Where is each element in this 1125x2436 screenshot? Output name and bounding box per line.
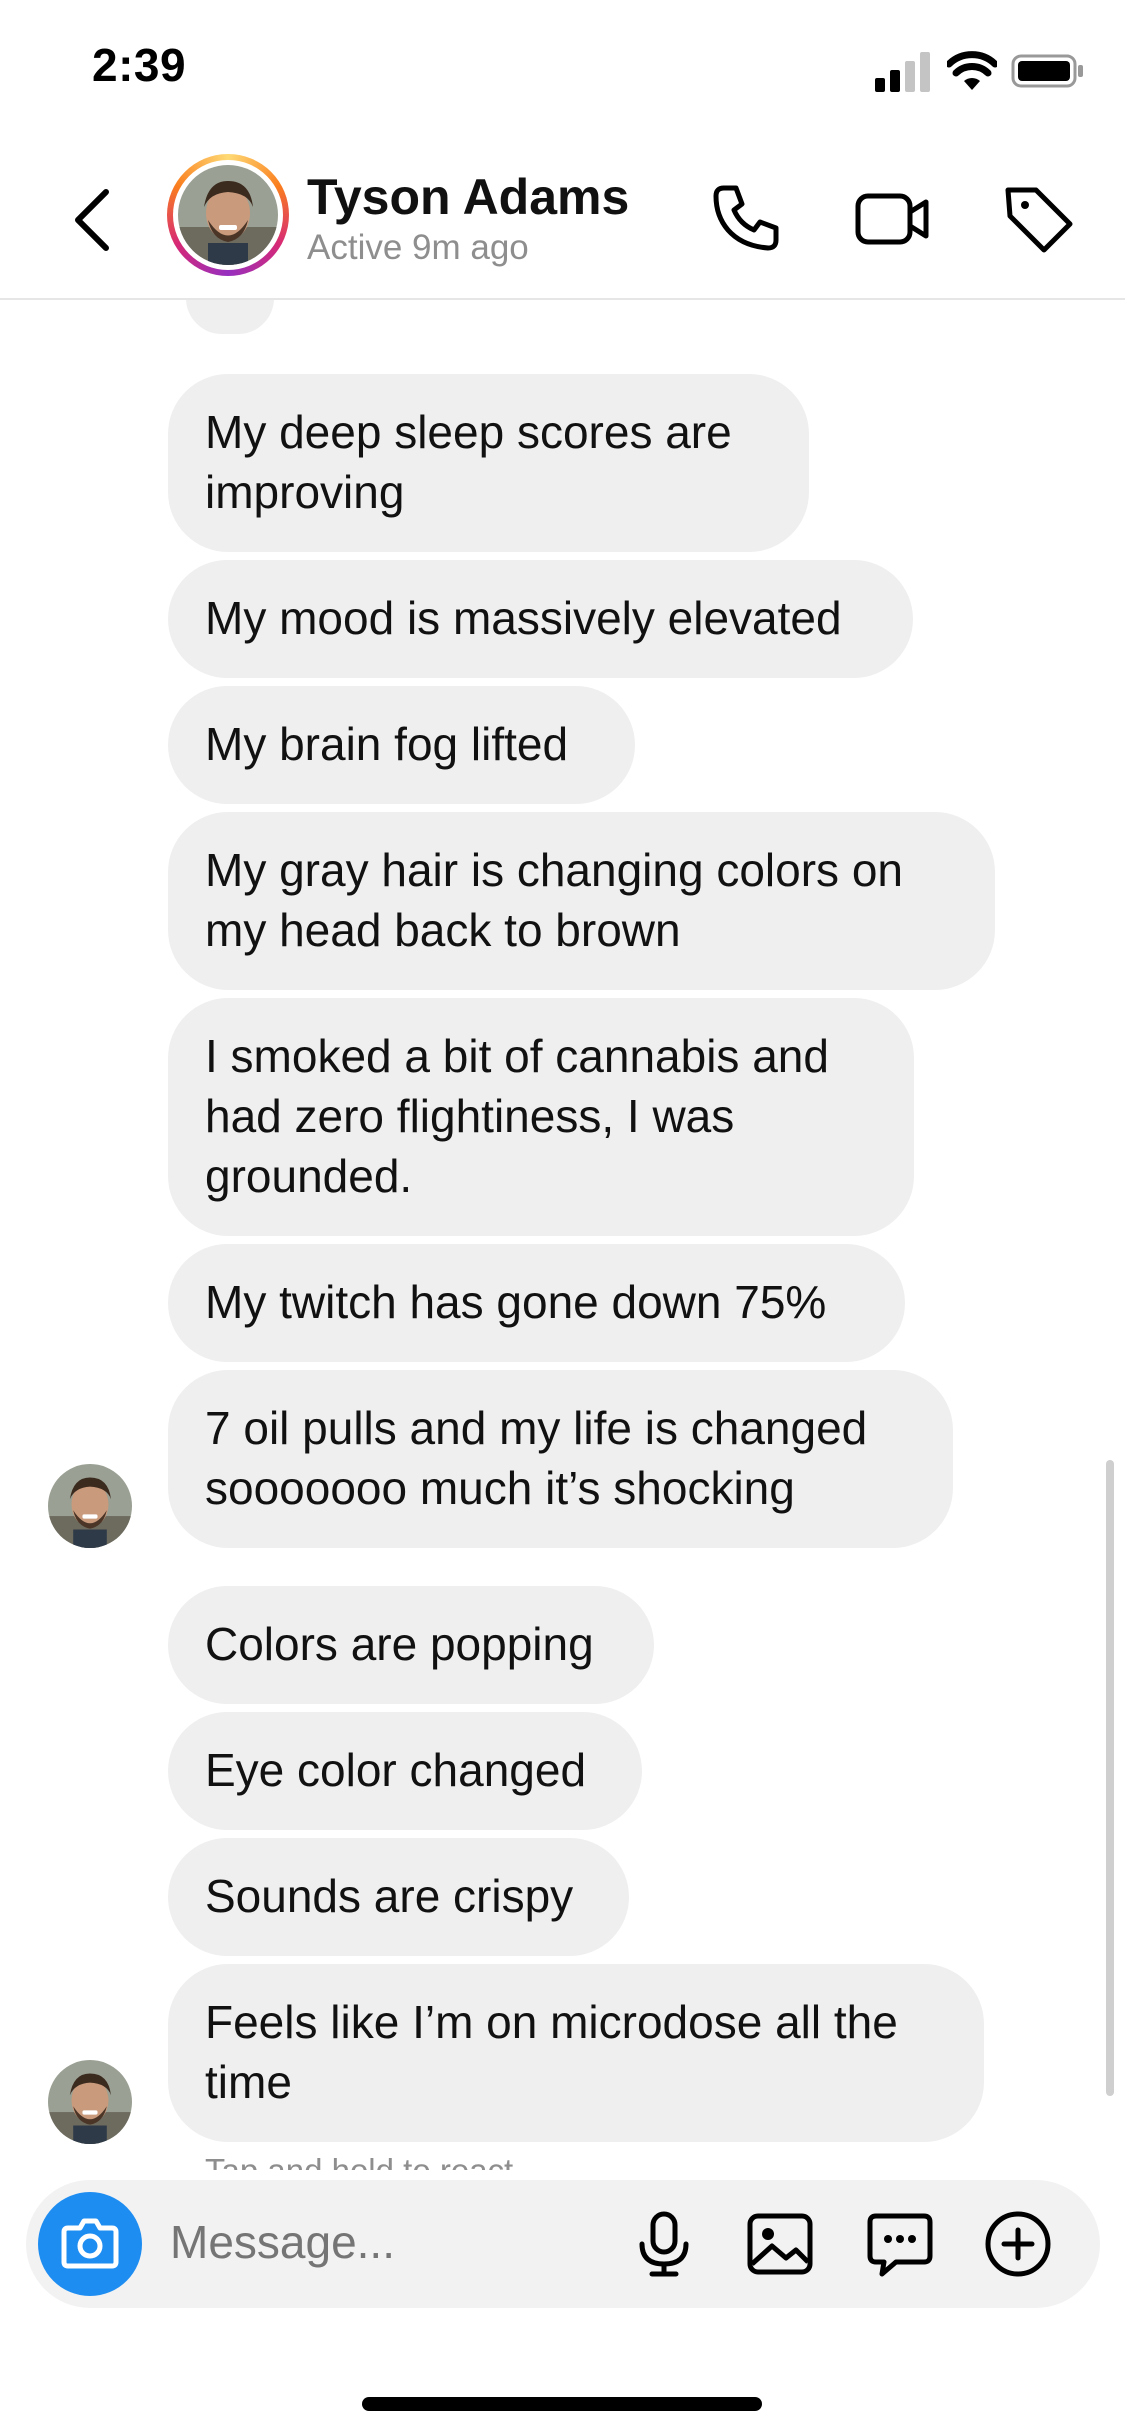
message-thread[interactable]: My deep sleep scores are improving My mo… xyxy=(0,300,1125,2170)
sender-avatar[interactable] xyxy=(48,1464,132,1548)
contact-avatar[interactable] xyxy=(167,154,289,276)
camera-icon xyxy=(61,2218,119,2269)
status-bar: 2:39 xyxy=(0,0,1125,140)
chat-header: Tyson Adams Active 9m ago xyxy=(0,140,1125,300)
message-bubble[interactable]: My mood is massively elevated xyxy=(168,560,913,678)
message-bubble[interactable]: 7 oil pulls and my life is changed soooo… xyxy=(168,1370,953,1548)
tag-button[interactable] xyxy=(998,178,1078,258)
sender-avatar[interactable] xyxy=(48,2060,132,2144)
message-bubble[interactable]: Eye color changed xyxy=(168,1712,642,1830)
status-time: 2:39 xyxy=(92,39,187,91)
message-bubble[interactable]: I smoked a bit of cannabis and had zero … xyxy=(168,998,914,1236)
contact-active-status: Active 9m ago xyxy=(307,228,529,267)
contact-name[interactable]: Tyson Adams xyxy=(307,168,629,226)
image-icon xyxy=(747,2213,813,2275)
message-bubble[interactable]: Colors are popping xyxy=(168,1586,654,1704)
message-bubble[interactable]: My brain fog lifted xyxy=(168,686,635,804)
scrollbar[interactable] xyxy=(1106,1460,1114,2096)
battery-icon xyxy=(1011,48,1085,99)
react-hint: Tap and hold to react xyxy=(205,2152,513,2170)
cellular-signal-icon xyxy=(875,48,931,99)
gallery-button[interactable] xyxy=(740,2204,820,2284)
phone-icon xyxy=(713,185,779,251)
audio-call-button[interactable] xyxy=(706,178,786,258)
microphone-icon xyxy=(639,2211,689,2277)
message-bubble[interactable]: My deep sleep scores are improving xyxy=(168,374,809,552)
message-bubble[interactable]: Feels like I’m on microdose all the time xyxy=(168,1964,984,2142)
avatar-photo xyxy=(178,165,278,265)
video-camera-icon xyxy=(855,193,929,245)
dm-screen: 2:39 Tyson Adams Active 9m ago My deep s… xyxy=(0,0,1125,2436)
back-chevron-icon xyxy=(75,189,109,251)
voice-message-button[interactable] xyxy=(624,2204,704,2284)
message-bubble[interactable]: My twitch has gone down 75% xyxy=(168,1244,905,1362)
wifi-icon xyxy=(945,48,999,99)
sticker-button[interactable] xyxy=(860,2204,940,2284)
message-composer xyxy=(26,2180,1100,2308)
plus-circle-icon xyxy=(985,2211,1051,2277)
tag-icon xyxy=(1005,187,1073,253)
message-input[interactable] xyxy=(168,2214,602,2270)
video-call-button[interactable] xyxy=(852,178,932,258)
heart-icon xyxy=(186,300,274,326)
status-icons xyxy=(875,48,1085,94)
reaction-chip[interactable] xyxy=(182,300,278,338)
home-indicator[interactable] xyxy=(362,2397,762,2411)
message-bubble[interactable]: Sounds are crispy xyxy=(168,1838,629,1956)
chat-bubble-icon xyxy=(867,2213,933,2277)
back-button[interactable] xyxy=(62,180,126,260)
message-bubble[interactable]: My gray hair is changing colors on my he… xyxy=(168,812,995,990)
more-options-button[interactable] xyxy=(978,2204,1058,2284)
camera-button[interactable] xyxy=(38,2192,142,2296)
